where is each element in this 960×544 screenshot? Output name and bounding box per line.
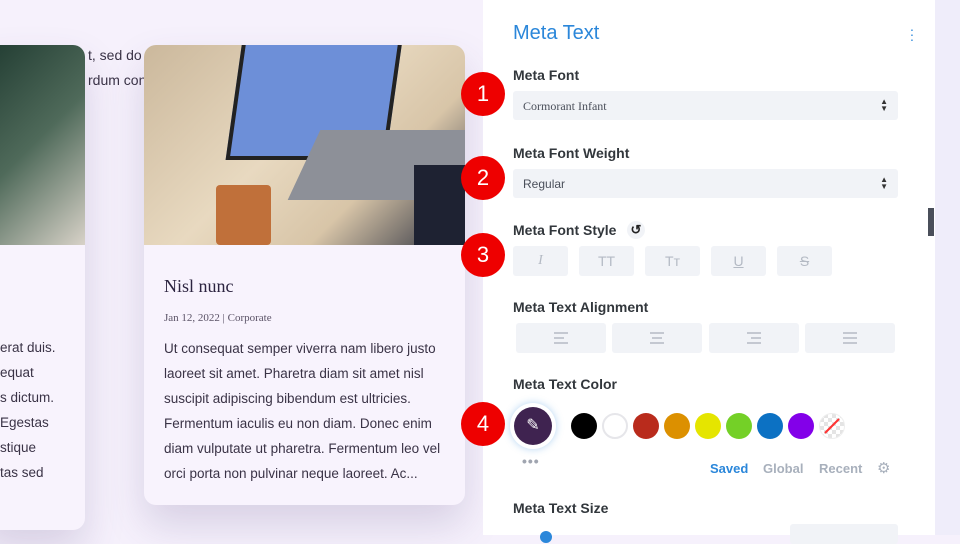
justify-button[interactable] [805,323,895,353]
blog-card[interactable]: Nisl nunc Jan 12, 2022 | Corporate Ut co… [144,45,465,505]
text-line: erat duis. [0,340,56,355]
size-slider-handle[interactable] [540,531,552,543]
more-colors-icon[interactable]: ••• [522,454,540,468]
underline-button[interactable]: U [711,246,766,276]
align-right-icon [747,332,761,344]
text-line: diam vulputate ut pharetra. Fermentum le… [164,441,441,456]
strikethrough-button[interactable]: S [777,246,832,276]
italic-button[interactable]: I [513,246,568,276]
step-badge: 3 [461,233,505,277]
gear-icon[interactable]: ⚙ [877,459,890,477]
color-swatch[interactable] [788,413,814,439]
color-swatch[interactable] [757,413,783,439]
size-input[interactable] [790,524,898,544]
step-badge: 1 [461,72,505,116]
text-line: Egestas [0,415,49,430]
alignment-label: Meta Text Alignment [513,299,649,315]
tab-recent[interactable]: Recent [819,461,862,476]
justify-icon [843,332,857,344]
color-swatch[interactable] [726,413,752,439]
text-line: laoreet sit amet. Pharetra diam sit amet… [164,366,424,381]
uppercase-button[interactable]: TT [579,246,634,276]
left-card-excerpt: erat duis. equat s dictum. Egestas stiqu… [0,335,56,485]
card-image [144,45,465,245]
eyedropper-icon: ✎ [514,407,552,445]
more-options-icon[interactable]: · · · [908,22,916,46]
align-right-button[interactable] [709,323,799,353]
font-value: Cormorant Infant [523,99,607,113]
scrollbar[interactable] [928,208,934,236]
step-badge: 4 [461,402,505,446]
align-center-icon [650,332,664,344]
card-title[interactable]: Nisl nunc [164,276,234,297]
text-line: suscipit adipiscing bibendum est ultrici… [164,391,411,406]
weight-value: Regular [523,177,566,191]
color-swatch[interactable] [602,413,628,439]
font-label: Meta Font [513,67,580,83]
reset-icon[interactable]: ↺ [627,221,645,239]
step-badge: 2 [461,156,505,200]
color-swatch[interactable] [695,413,721,439]
tab-global[interactable]: Global [763,461,803,476]
align-left-button[interactable] [516,323,606,353]
card-image [0,45,85,245]
text-line: Ut consequat semper viverra nam libero j… [164,341,436,356]
select-arrows-icon: ▲ ▼ [880,97,888,113]
panel-title: Meta Text [513,22,600,44]
color-swatch[interactable] [664,413,690,439]
align-left-icon [554,332,568,344]
card-meta: Jan 12, 2022 | Corporate [164,312,272,324]
color-picker-button[interactable]: ✎ [510,403,556,449]
color-label: Meta Text Color [513,376,617,392]
color-swatch[interactable] [633,413,659,439]
text-line: equat [0,365,34,380]
capitalize-button[interactable]: Tт [645,246,700,276]
text-line: orci porta non pulvinar neque laoreet. A… [164,466,418,481]
color-swatch[interactable] [571,413,597,439]
text-line: s dictum. [0,390,55,405]
font-weight-label: Meta Font Weight [513,145,630,161]
size-label: Meta Text Size [513,500,609,516]
text-line: stique [0,440,37,455]
swatch-none[interactable] [819,413,845,439]
font-weight-select[interactable]: Regular ▲ ▼ [513,169,898,198]
text-line: Fermentum iaculis eu non diam. Donec eni… [164,416,432,431]
font-select[interactable]: Cormorant Infant ▲ ▼ [513,91,898,120]
select-arrows-icon: ▲ ▼ [880,175,888,191]
card-excerpt: Ut consequat semper viverra nam libero j… [164,336,459,486]
font-style-label: Meta Font Style [513,222,617,238]
align-center-button[interactable] [612,323,702,353]
tab-saved[interactable]: Saved [710,461,748,476]
text-line: tas sed [0,465,44,480]
panel-edge [935,0,960,535]
